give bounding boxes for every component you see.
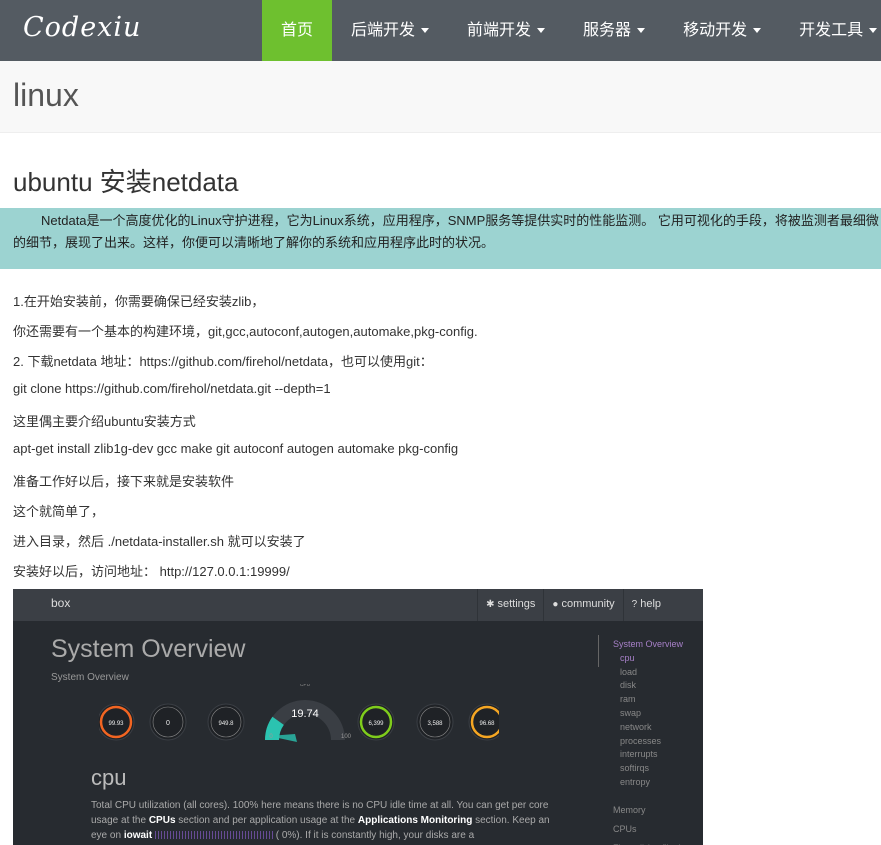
screenshot-hostname: box xyxy=(51,596,71,610)
article-paragraph: 1.在开始安装前，你需要确保已经安装zlib， xyxy=(13,294,265,309)
nav-item-label: 开发工具 xyxy=(799,22,864,39)
caret-down-icon xyxy=(421,28,430,34)
small-gauge: 6,399 xyxy=(357,703,395,741)
screenshot-sidebar-item: network xyxy=(620,721,652,732)
nav-item-1[interactable]: 后端开发 xyxy=(332,0,448,61)
screenshot-sidebar-section: Memory xyxy=(613,805,646,815)
nav-item-0[interactable]: 首页 xyxy=(262,0,333,61)
help-icon: ? xyxy=(631,599,638,610)
article-paragraph: 这里偶主要介绍ubuntu安装方式 xyxy=(13,414,196,429)
gauge-value: 96.68 xyxy=(479,721,495,727)
nav-item-4[interactable]: 移动开发 xyxy=(664,0,780,61)
caret-down-icon xyxy=(637,28,646,34)
site-logo[interactable]: Codexiu xyxy=(23,12,141,43)
cpu-description: Total CPU utilization (all cores). 100% … xyxy=(91,800,550,841)
article-paragraph: git clone https://github.com/firehol/net… xyxy=(13,381,331,396)
small-gauge: 0 xyxy=(149,703,187,741)
main-gauge-value: 19.74 xyxy=(291,708,319,720)
iowait-sparkline xyxy=(154,831,273,840)
article-paragraph: apt-get install zlib1g-dev gcc make git … xyxy=(13,441,459,456)
main-gauge-max: 100 xyxy=(341,734,352,740)
gauge-row: 99.93 0 949.8 6,399 3,588 96.68CPU19.740 100 xyxy=(99,684,499,742)
article-paragraph: 进入目录，然后 ./netdata-installer.sh 就可以安装了 xyxy=(13,534,306,549)
caret-down-icon xyxy=(753,28,762,34)
small-gauge: 99.93 xyxy=(99,703,135,741)
netdata-screenshot: box ✱ settings ● community? help System Over… xyxy=(13,589,703,845)
article-paragraph: 安装好以后，访问地址： http://127.0.0.1:19999/ xyxy=(13,564,290,579)
article-paragraph: 2. 下载netdata 地址：https://github.com/fireh… xyxy=(13,354,433,369)
article-paragraph: 你还需要有一个基本的构建环境，git,gcc,autoconf,autogen,… xyxy=(13,324,478,339)
screenshot-sidebar-item: interrupts xyxy=(620,749,658,760)
nav-item-label: 移动开发 xyxy=(683,22,748,39)
screenshot-sidebar-item: processes xyxy=(620,735,662,746)
article-title: ubuntu 安装netdata xyxy=(13,167,239,197)
article-paragraph: 这个就简单了， xyxy=(13,504,105,519)
screenshot-nav-links: ✱ settings ● community? help xyxy=(477,589,669,621)
screenshot-sidebar-item: load xyxy=(620,666,638,677)
screenshot-sidebar-section: Firewall (netfilter) xyxy=(613,839,682,845)
screenshot-sidebar-lower: Memory CPUs Firewall (netfilter) xyxy=(613,801,682,845)
category-header: linux xyxy=(0,61,881,133)
screenshot-title: System Overview xyxy=(51,635,246,663)
screenshot-sidebar-item: softirqs xyxy=(620,763,650,774)
sidebar-divider xyxy=(598,635,599,667)
screenshot-link-help: ? help xyxy=(622,589,669,621)
small-gauge: 949.8 xyxy=(207,703,245,741)
screenshot-sidebar-section: CPUs xyxy=(613,824,637,834)
screenshot-link-label: help xyxy=(640,598,661,610)
screenshot-sidebar-item: ram xyxy=(620,694,636,705)
screenshot-sidebar-item: swap xyxy=(620,707,642,718)
gauge-value: 3,588 xyxy=(427,721,443,727)
screenshot-sidebar-item: cpu xyxy=(620,652,635,663)
screenshot-sidebar: System Overview cpu load disk ram swap network… xyxy=(613,638,683,790)
gauge-value: 6,399 xyxy=(368,721,384,727)
nav-item-label: 首页 xyxy=(281,22,314,39)
caret-down-icon xyxy=(537,28,546,34)
main-gauge-label: CPU xyxy=(300,684,311,688)
gauge-value: 0 xyxy=(166,720,170,727)
gauge-value: 99.93 xyxy=(108,721,124,727)
top-navbar: Codexiu 首页 后端开发 前端开发 服务器 移动开发 开发工具 xyxy=(0,0,881,61)
screenshot-link-label: community xyxy=(561,598,615,610)
nav-item-5[interactable]: 开发工具 xyxy=(780,0,881,61)
small-gauge: 3,588 xyxy=(416,703,454,741)
nav-item-3[interactable]: 服务器 xyxy=(564,0,664,61)
main-cpu-gauge: CPU19.740 100 xyxy=(265,684,352,742)
screenshot-link-settings: ✱ settings xyxy=(477,589,543,621)
nav-item-label: 前端开发 xyxy=(467,22,532,39)
screenshot-sidebar-item: entropy xyxy=(620,776,651,787)
screenshot-subtitle: System Overview xyxy=(51,672,129,683)
github-icon: ● xyxy=(552,599,559,610)
gear-icon: ✱ xyxy=(486,599,495,610)
screenshot-link-community: ● community xyxy=(543,589,622,621)
main-nav: 首页 后端开发 前端开发 服务器 移动开发 开发工具 xyxy=(262,0,881,61)
article-intro: Netdata是一个高度优化的Linux守护进程，它为Linux系统，应用程序，… xyxy=(0,208,881,269)
screenshot-link-label: settings xyxy=(497,598,536,610)
nav-item-label: 服务器 xyxy=(583,22,632,39)
cpu-heading: cpu xyxy=(91,765,127,790)
screenshot-sidebar-header: System Overview xyxy=(613,639,684,649)
category-title: linux xyxy=(13,77,79,113)
nav-item-2[interactable]: 前端开发 xyxy=(448,0,564,61)
screenshot-sidebar-item: disk xyxy=(620,680,637,691)
caret-down-icon xyxy=(869,28,878,34)
gauge-value: 949.8 xyxy=(218,721,234,727)
nav-item-label: 后端开发 xyxy=(351,22,416,39)
screenshot-topbar: box ✱ settings ● community? help xyxy=(13,589,703,621)
article-paragraph: 准备工作好以后，接下来就是安装软件 xyxy=(13,474,235,489)
small-gauge: 96.68 xyxy=(468,703,499,741)
